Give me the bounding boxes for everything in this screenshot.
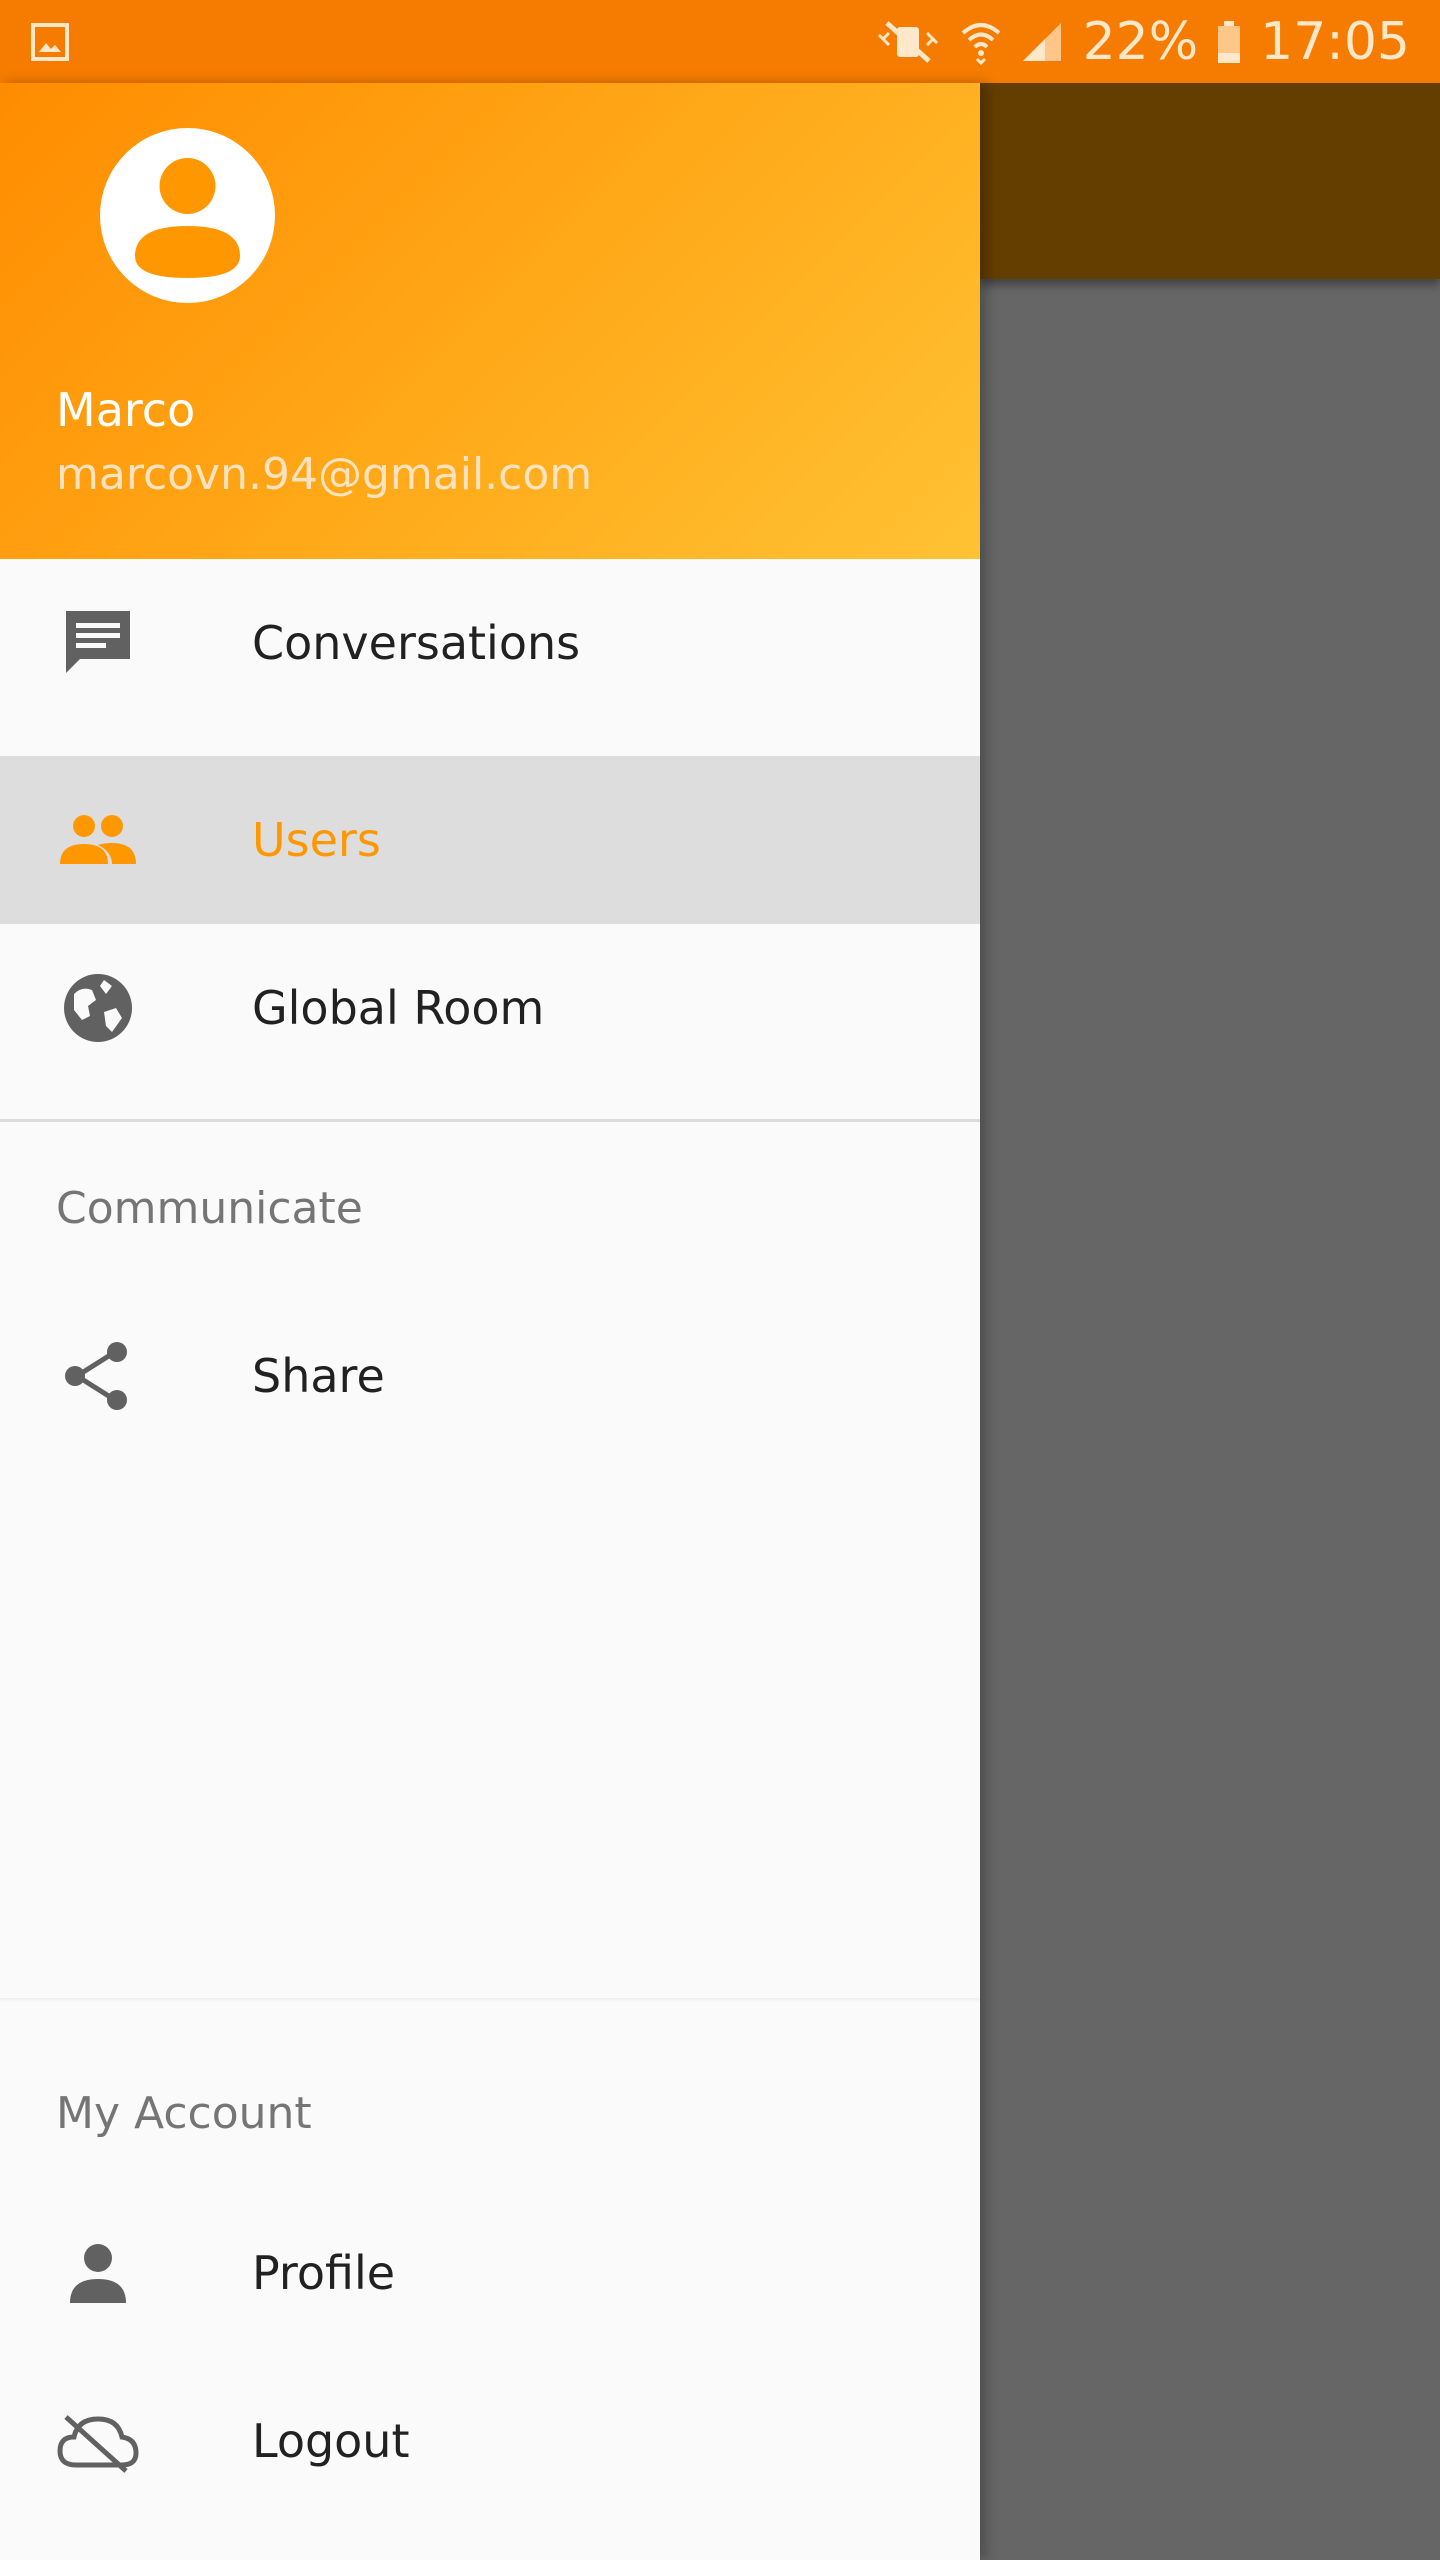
signal-icon	[1021, 19, 1065, 65]
menu-item-conversations[interactable]: Conversations	[0, 559, 980, 727]
menu-item-label: Profile	[252, 2246, 396, 2300]
menu-item-logout[interactable]: Logout	[0, 2357, 980, 2525]
screen: 22% 17:05 Marco marcovn.94@gmail.com Con…	[0, 0, 1440, 2560]
share-icon	[56, 1334, 140, 1418]
user-email: marcovn.94@gmail.com	[56, 449, 593, 500]
drawer-header: Marco marcovn.94@gmail.com	[0, 83, 980, 559]
clock: 17:05	[1260, 11, 1410, 72]
mute-vibrate-icon	[875, 19, 941, 65]
app-bar-behind-scrim	[980, 83, 1440, 279]
menu-item-profile[interactable]: Profile	[0, 2189, 980, 2357]
status-bar: 22% 17:05	[0, 0, 1440, 83]
menu-item-label: Global Room	[252, 981, 545, 1035]
section-separator	[0, 1998, 980, 2002]
section-divider	[0, 1119, 980, 1122]
person-icon	[56, 2231, 140, 2315]
avatar[interactable]	[100, 128, 275, 303]
wifi-icon	[959, 19, 1003, 65]
account-avatar-icon	[135, 158, 240, 278]
menu-item-users[interactable]: Users	[0, 756, 980, 924]
subheader-communicate: Communicate	[56, 1183, 363, 1234]
subheader-my-account: My Account	[56, 2088, 312, 2139]
cloud-off-icon	[56, 2399, 140, 2483]
chat-icon	[56, 601, 140, 685]
battery-percent: 22%	[1082, 11, 1199, 72]
menu-item-label: Logout	[252, 2414, 410, 2468]
gallery-icon	[30, 22, 70, 62]
menu-item-label: Users	[252, 813, 381, 867]
user-name: Marco	[56, 383, 196, 437]
navigation-drawer: Marco marcovn.94@gmail.com Conversations	[0, 83, 980, 2560]
menu-item-label: Conversations	[252, 616, 581, 670]
menu-item-share[interactable]: Share	[0, 1292, 980, 1460]
menu-item-global-room[interactable]: Global Room	[0, 924, 980, 1092]
people-icon	[56, 798, 140, 882]
menu-item-label: Share	[252, 1349, 385, 1403]
globe-icon	[56, 966, 140, 1050]
battery-icon	[1216, 19, 1242, 65]
